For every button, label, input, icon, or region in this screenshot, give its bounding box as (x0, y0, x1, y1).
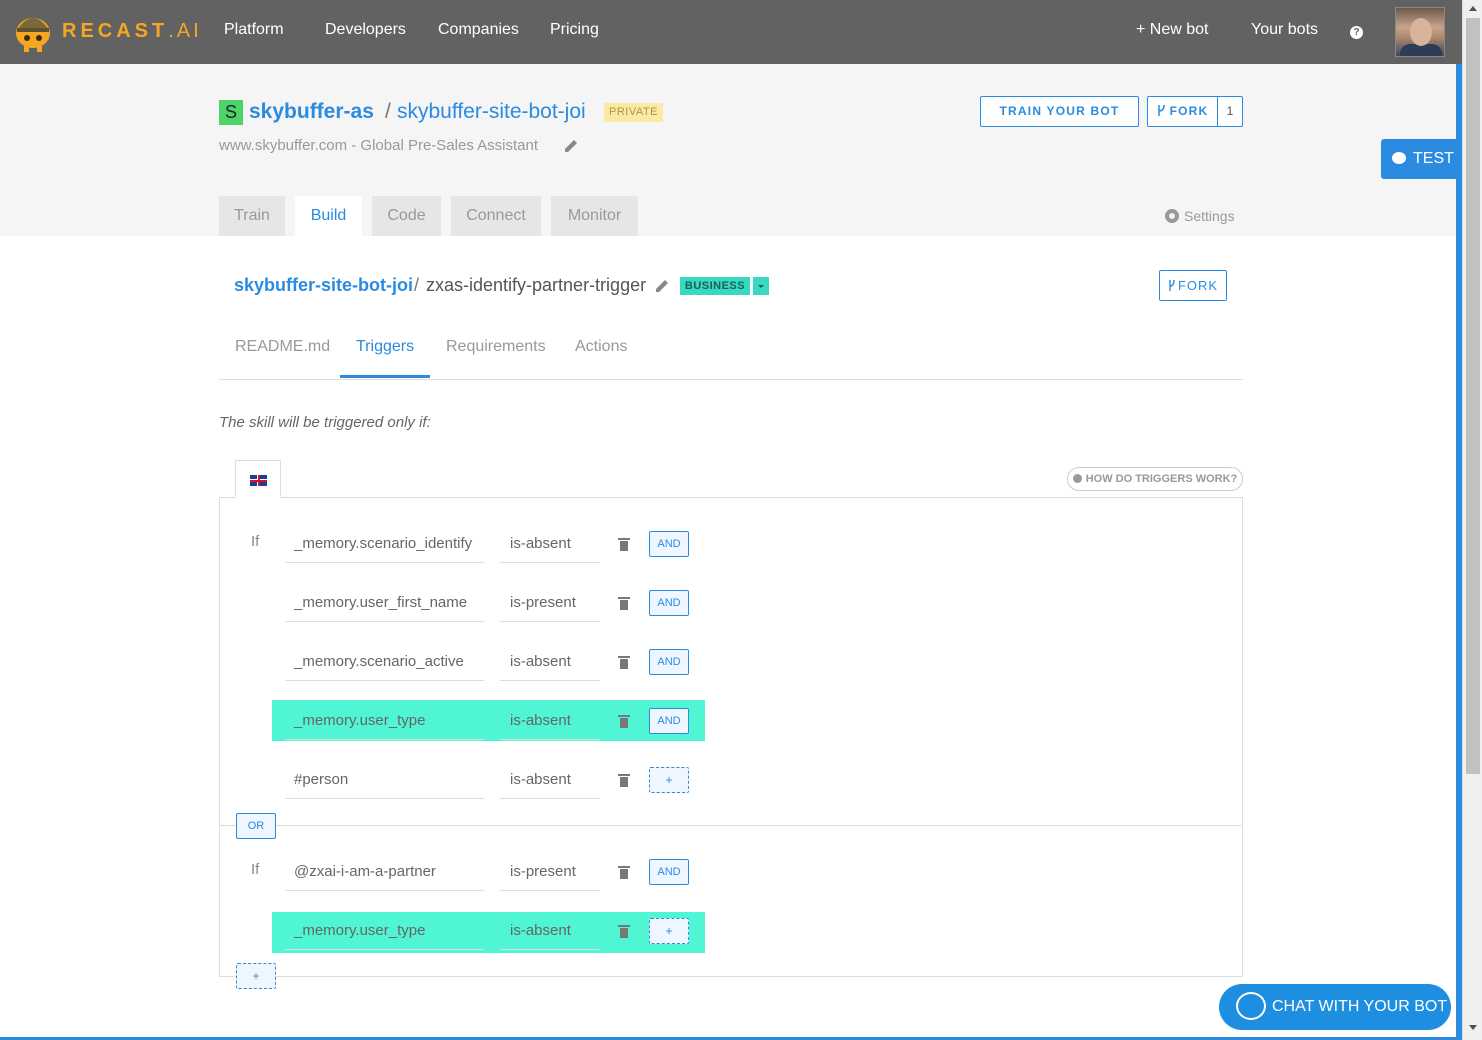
condition-field-input[interactable]: _memory.scenario_active (285, 642, 484, 681)
condition-operator-select[interactable]: is-absent (500, 760, 600, 799)
settings-label: Settings (1184, 208, 1235, 224)
condition-operator-select[interactable]: is-absent (500, 642, 600, 681)
condition-field-input[interactable]: _memory.user_type (285, 701, 484, 740)
avatar[interactable] (1395, 7, 1445, 57)
language-tab-en[interactable] (235, 460, 281, 498)
chat-bubble-icon (1236, 992, 1266, 1020)
subtab-actions[interactable]: Actions (575, 338, 627, 356)
nav-developers[interactable]: Developers (325, 21, 406, 39)
brand-suffix: .AI (168, 20, 202, 42)
nav-pricing[interactable]: Pricing (550, 21, 599, 39)
org-avatar: S (219, 100, 243, 125)
delete-trash-icon[interactable] (618, 924, 630, 938)
bot-description: www.skybuffer.com - Global Pre-Sales Ass… (219, 137, 539, 154)
subtab-triggers[interactable]: Triggers (356, 338, 414, 356)
test-label: TEST (1413, 150, 1454, 167)
if-label: If (251, 861, 260, 878)
skill-type-badge[interactable]: BUSINESS (680, 277, 750, 295)
info-icon (1072, 474, 1082, 483)
brand-name[interactable]: RECAST.AI (62, 20, 202, 43)
top-nav: RECAST.AI Platform Developers Companies … (0, 0, 1462, 64)
condition-operator-select[interactable]: is-present (500, 583, 600, 622)
nav-platform[interactable]: Platform (224, 21, 284, 39)
fork-count: 1 (1217, 96, 1243, 127)
breadcrumb-separator: / (385, 100, 391, 123)
condition-operator-select[interactable]: is-absent (500, 701, 600, 740)
add-condition-button[interactable]: + (649, 918, 689, 944)
subtab-readme[interactable]: README.md (235, 338, 330, 356)
fork-skill-button[interactable]: FORK (1159, 270, 1227, 301)
delete-trash-icon[interactable] (618, 596, 630, 610)
recast-logo-icon[interactable] (14, 10, 52, 52)
delete-trash-icon[interactable] (618, 865, 630, 879)
and-button[interactable]: AND (649, 859, 689, 885)
add-group-button[interactable]: + (236, 963, 276, 989)
skill-breadcrumb-separator: / (414, 275, 420, 295)
and-button[interactable]: AND (649, 649, 689, 675)
edit-skill-pencil-icon[interactable] (655, 279, 669, 293)
help-icon[interactable]: ? (1350, 26, 1363, 39)
or-button[interactable]: OR (236, 813, 276, 839)
chat-with-bot-button[interactable]: CHAT WITH YOUR BOT (1219, 984, 1451, 1030)
scroll-thumb[interactable] (1466, 18, 1480, 774)
fork-icon (1169, 279, 1175, 291)
skill-bot-link[interactable]: skybuffer-site-bot-joi (234, 275, 413, 296)
visibility-badge: PRIVATE (604, 103, 663, 122)
delete-trash-icon[interactable] (618, 537, 630, 551)
subtabs-divider (219, 379, 1243, 380)
condition-operator-select[interactable]: is-absent (500, 524, 600, 563)
fork-bot-button[interactable]: FORK (1147, 96, 1218, 127)
condition-field-input[interactable]: _memory.user_first_name (285, 583, 484, 622)
chat-bubble-icon (1392, 152, 1406, 164)
brand-text: RECAST (62, 20, 169, 42)
edit-description-pencil-icon[interactable] (564, 139, 578, 153)
page-scrollbar[interactable] (1462, 0, 1482, 1040)
tab-code[interactable]: Code (372, 196, 441, 236)
condition-field-input[interactable]: @zxai-i-am-a-partner (285, 852, 484, 891)
how-triggers-work-button[interactable]: HOW DO TRIGGERS WORK? (1067, 467, 1243, 491)
new-bot-link[interactable]: + New bot (1136, 21, 1208, 39)
active-subtab-indicator (340, 375, 430, 378)
delete-trash-icon[interactable] (618, 773, 630, 787)
add-condition-button[interactable]: + (649, 767, 689, 793)
if-label: If (251, 533, 260, 550)
tab-build[interactable]: Build (295, 196, 362, 236)
tab-train[interactable]: Train (219, 196, 285, 236)
how-triggers-label: HOW DO TRIGGERS WORK? (1085, 473, 1238, 485)
and-button[interactable]: AND (649, 590, 689, 616)
test-bot-button[interactable]: TEST (1381, 139, 1457, 179)
subtab-requirements[interactable]: Requirements (446, 338, 546, 356)
condition-field-input[interactable]: #person (285, 760, 484, 799)
org-name-link[interactable]: skybuffer-as (249, 100, 374, 124)
uk-flag-icon (250, 475, 267, 486)
your-bots-link[interactable]: Your bots (1251, 21, 1318, 39)
fork-skill-label: FORK (1177, 278, 1219, 293)
triggers-intro: The skill will be triggered only if: (219, 414, 431, 431)
and-button[interactable]: AND (649, 708, 689, 734)
nav-companies[interactable]: Companies (438, 21, 519, 39)
condition-field-input[interactable]: _memory.user_type (285, 911, 484, 950)
delete-trash-icon[interactable] (618, 714, 630, 728)
tab-monitor[interactable]: Monitor (551, 196, 638, 236)
tab-connect[interactable]: Connect (451, 196, 541, 236)
condition-operator-select[interactable]: is-absent (500, 911, 600, 950)
train-bot-button[interactable]: TRAIN YOUR BOT (980, 96, 1139, 127)
condition-field-input[interactable]: _memory.scenario_identify (285, 524, 484, 563)
bot-name-link[interactable]: skybuffer-site-bot-joi (397, 100, 586, 124)
group-divider (219, 825, 1243, 826)
scroll-up-arrow-icon[interactable] (1469, 6, 1477, 11)
condition-operator-select[interactable]: is-present (500, 852, 600, 891)
fork-icon (1157, 104, 1165, 116)
delete-trash-icon[interactable] (618, 655, 630, 669)
scroll-down-arrow-icon[interactable] (1469, 1025, 1477, 1030)
and-button[interactable]: AND (649, 531, 689, 557)
chat-label: CHAT WITH YOUR BOT (1272, 998, 1448, 1015)
settings-link[interactable]: Settings (1165, 208, 1235, 224)
gear-icon (1165, 209, 1179, 223)
fork-label: FORK (1169, 104, 1209, 118)
skill-type-dropdown-icon[interactable] (753, 277, 769, 295)
skill-name: zxas-identify-partner-trigger (426, 275, 647, 295)
